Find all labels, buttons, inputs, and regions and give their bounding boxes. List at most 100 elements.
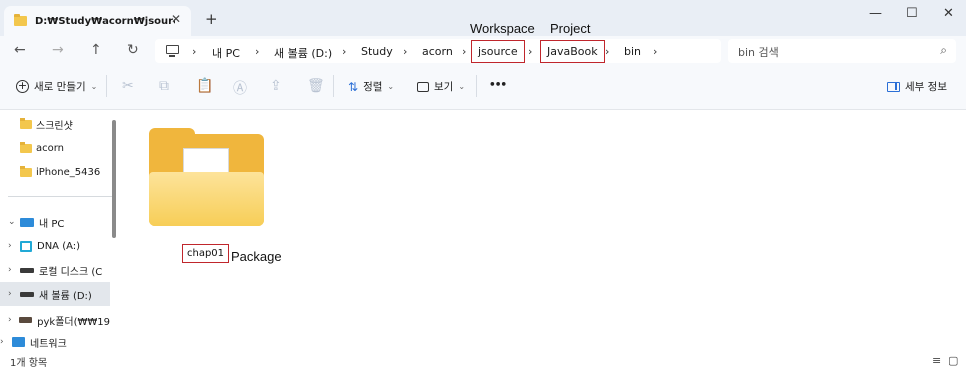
tab-title: D:₩Study₩acorn₩jsource₩Ja — [35, 15, 175, 27]
status-bar: 1개 항목 ≡ ▢ — [0, 353, 966, 369]
refresh-button[interactable]: ↻ — [127, 42, 139, 58]
search-input[interactable]: bin 검색 ⌕ — [728, 39, 956, 63]
sidebar-item-network[interactable]: › 네트워크 — [0, 332, 110, 352]
share-icon[interactable]: ⇪ — [270, 78, 282, 94]
plus-icon: + — [16, 79, 29, 93]
sidebar-scrollbar[interactable] — [112, 120, 116, 238]
sidebar-item-label: 로컬 디스크 (C — [39, 266, 103, 278]
breadcrumb-my-pc[interactable]: 내 PC — [212, 45, 240, 61]
maximize-button[interactable]: ☐ — [906, 6, 918, 21]
chevron-down-icon: ⌄ — [458, 82, 466, 91]
network-icon — [12, 337, 25, 347]
breadcrumb-bin[interactable]: bin — [624, 45, 641, 58]
details-pane-icon — [887, 81, 900, 92]
monitor-icon — [166, 45, 179, 57]
cut-icon[interactable]: ✂ — [122, 78, 134, 94]
sidebar-item-iphone[interactable]: iPhone_5436 — [0, 160, 110, 184]
close-tab-icon[interactable]: ✕ — [171, 12, 181, 26]
sidebar-item-label: DNA (A:) — [37, 240, 81, 252]
sidebar-item-label: iPhone_5436 — [36, 166, 101, 178]
drive-icon — [20, 267, 34, 273]
sort-icon: ⇅ — [348, 79, 359, 94]
sidebar-item-label: 스크린샷 — [36, 120, 73, 132]
delete-icon[interactable]: 🗑 — [307, 78, 325, 94]
breadcrumb-study[interactable]: Study — [361, 45, 393, 58]
breadcrumb-separator: › — [605, 45, 610, 58]
forward-button[interactable]: → — [52, 42, 64, 58]
annotation-package: Package — [231, 249, 282, 264]
view-button[interactable]: 보기 ⌄ — [417, 79, 465, 94]
drive-icon — [20, 291, 34, 297]
folder-icon — [20, 141, 32, 153]
new-button[interactable]: + 새로 만들기 ⌄ — [16, 79, 97, 94]
details-pane-label: 세부 정보 — [905, 81, 947, 93]
annotation-workspace: Workspace — [470, 21, 535, 36]
breadcrumb-jsource[interactable]: jsource — [471, 40, 525, 63]
command-bar: + 새로 만들기 ⌄ ✂ ⧉ 📋 Ⓐ ⇪ 🗑 ⇅ 정렬 ⌄ 보기 ⌄ ••• 세… — [0, 64, 966, 110]
close-window-button[interactable]: ✕ — [943, 6, 954, 21]
rename-icon[interactable]: Ⓐ — [233, 78, 247, 98]
sort-button-label: 정렬 — [363, 81, 383, 93]
annotation-project: Project — [550, 21, 591, 36]
sidebar-item-screenshots[interactable]: 스크린샷 — [0, 112, 110, 136]
chevron-right-icon[interactable]: › — [0, 337, 12, 347]
sidebar-item-new-volume-d[interactable]: › 새 볼륨 (D:) — [0, 282, 110, 306]
toolbar-divider — [476, 75, 477, 97]
sort-button[interactable]: ⇅ 정렬 ⌄ — [348, 79, 394, 94]
minimize-button[interactable]: — — [869, 6, 882, 21]
sidebar-item-label: acorn — [36, 142, 65, 154]
folder-name-chap01[interactable]: chap01 — [182, 244, 230, 263]
folder-icon[interactable] — [149, 128, 264, 226]
up-button[interactable]: ↑ — [90, 42, 102, 58]
breadcrumb-separator: › — [192, 45, 197, 58]
drive-icon — [20, 240, 32, 252]
details-view-icon[interactable]: ≡ — [932, 354, 941, 367]
sidebar-divider — [8, 196, 114, 197]
paste-icon[interactable]: 📋 — [196, 78, 213, 94]
tab-current-folder[interactable]: D:₩Study₩acorn₩jsource₩Ja ✕ — [4, 6, 191, 36]
toolbar-divider — [333, 75, 334, 97]
sidebar-item-label: pyk폴더(₩₩19 — [37, 316, 110, 328]
chevron-down-icon[interactable]: ⌄ — [8, 217, 20, 227]
chevron-down-icon: ⌄ — [90, 82, 98, 91]
new-tab-button[interactable]: + — [205, 10, 218, 28]
breadcrumb-separator: › — [403, 45, 408, 58]
sidebar-item-my-pc[interactable]: ⌄ 내 PC — [0, 210, 110, 234]
breadcrumb-separator: › — [255, 45, 260, 58]
breadcrumb-javabook[interactable]: JavaBook — [540, 40, 605, 63]
sidebar-item-dna-drive[interactable]: › DNA (A:) — [0, 234, 110, 258]
folder-icon — [20, 165, 32, 177]
search-icon: ⌕ — [940, 43, 947, 57]
breadcrumb-separator: › — [342, 45, 347, 58]
breadcrumb-separator: › — [528, 45, 533, 58]
back-button[interactable]: ← — [14, 42, 26, 58]
copy-icon[interactable]: ⧉ — [159, 78, 169, 94]
item-count: 1개 항목 — [10, 358, 48, 369]
computer-icon — [20, 217, 34, 227]
chevron-right-icon[interactable]: › — [8, 265, 20, 275]
chevron-right-icon[interactable]: › — [8, 289, 20, 299]
sidebar-item-acorn[interactable]: acorn — [0, 136, 110, 160]
folder-icon — [14, 14, 27, 26]
chevron-right-icon[interactable]: › — [8, 241, 20, 251]
toolbar-divider — [106, 75, 107, 97]
address-bar[interactable]: › 내 PC › 새 볼륨 (D:) › Study › acorn › jso… — [155, 39, 721, 63]
breadcrumb-separator: › — [653, 45, 658, 58]
file-list: chap01 Package — [120, 110, 966, 353]
navigation-pane: 스크린샷 acorn iPhone_5436 ⌄ 내 PC › DNA (A:)… — [0, 110, 120, 353]
chevron-down-icon: ⌄ — [387, 82, 395, 91]
sidebar-item-label: 내 PC — [39, 218, 65, 230]
breadcrumb-drive-d[interactable]: 새 볼륨 (D:) — [274, 45, 332, 61]
view-icon — [417, 81, 429, 92]
sidebar-item-local-disk-c[interactable]: › 로컬 디스크 (C — [0, 258, 110, 282]
details-pane-button[interactable]: 세부 정보 — [887, 79, 947, 94]
chevron-right-icon[interactable]: › — [8, 315, 19, 325]
folder-icon — [20, 117, 32, 129]
sidebar-item-pyk-folder[interactable]: › pyk폴더(₩₩19 — [0, 308, 110, 332]
new-button-label: 새로 만들기 — [34, 81, 86, 93]
breadcrumb-acorn[interactable]: acorn — [422, 45, 453, 58]
tiles-view-icon[interactable]: ▢ — [948, 354, 958, 367]
navigation-row: ← → ↑ ↻ › 내 PC › 새 볼륨 (D:) › Study › aco… — [0, 36, 966, 64]
network-drive-icon — [19, 317, 33, 323]
more-options-button[interactable]: ••• — [489, 79, 507, 91]
